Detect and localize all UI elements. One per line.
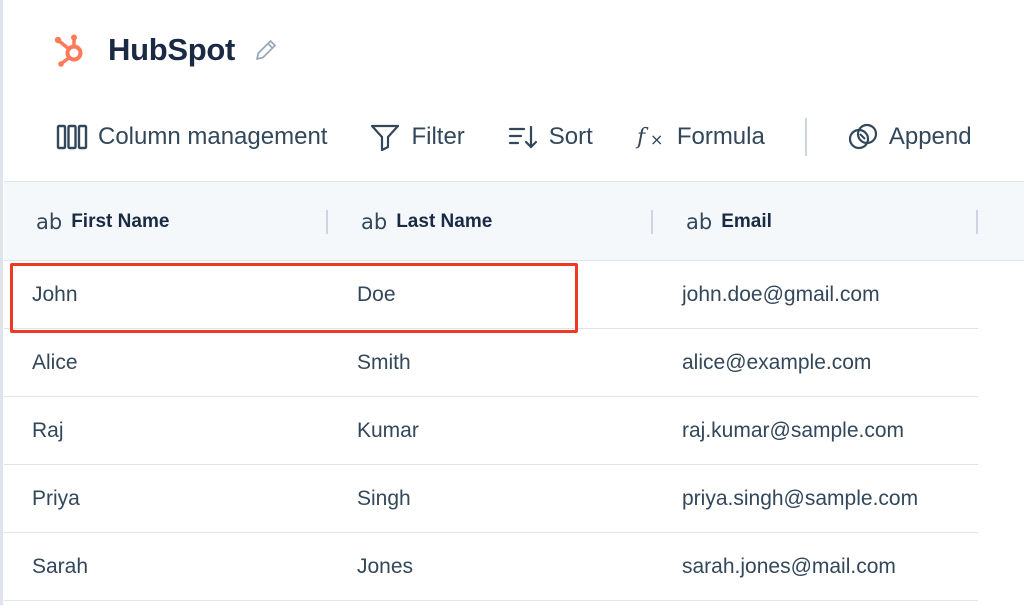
- cell-first-name[interactable]: John: [32, 261, 78, 329]
- toolbar-divider: [804, 118, 807, 156]
- table-header: ab First Name ab Last Name ab Email: [4, 181, 1024, 261]
- toolbar: Column management Filter Sort f × Formul…: [56, 110, 972, 164]
- sort-label: Sort: [548, 123, 593, 150]
- append-icon: [848, 123, 877, 150]
- append-button[interactable]: Append: [847, 122, 972, 152]
- append-label: Append: [888, 123, 972, 150]
- table-row[interactable]: Alice Smith alice@example.com: [4, 329, 978, 397]
- cell-first-name[interactable]: Sarah: [32, 533, 88, 601]
- cell-first-name[interactable]: Raj: [32, 397, 64, 465]
- column-header-label: Last Name: [396, 211, 493, 232]
- cell-last-name[interactable]: Jones: [357, 533, 413, 601]
- column-resize-handle[interactable]: [651, 210, 653, 234]
- cell-email[interactable]: raj.kumar@sample.com: [682, 397, 904, 465]
- text-type-icon: ab: [686, 210, 713, 234]
- column-header-label: First Name: [71, 211, 170, 232]
- column-management-button[interactable]: Column management: [56, 123, 327, 151]
- column-header-label: Email: [721, 211, 772, 232]
- filter-icon: [371, 124, 400, 151]
- pencil-edit-icon[interactable]: [253, 37, 279, 63]
- cell-last-name[interactable]: Kumar: [357, 397, 419, 465]
- column-resize-handle[interactable]: [326, 210, 328, 234]
- filter-label: Filter: [411, 123, 465, 150]
- cell-last-name[interactable]: Smith: [357, 329, 411, 397]
- cell-last-name[interactable]: Singh: [357, 465, 411, 533]
- table-row[interactable]: Priya Singh priya.singh@sample.com: [4, 465, 978, 533]
- cell-email[interactable]: john.doe@gmail.com: [682, 261, 880, 329]
- formula-label: Formula: [676, 123, 765, 150]
- cell-first-name[interactable]: Priya: [32, 465, 80, 533]
- column-header-last-name[interactable]: ab Last Name: [361, 182, 492, 262]
- cell-email[interactable]: priya.singh@sample.com: [682, 465, 918, 533]
- cell-email[interactable]: sarah.jones@mail.com: [682, 533, 896, 601]
- filter-button[interactable]: Filter: [369, 123, 465, 151]
- svg-text:×: ×: [650, 130, 663, 149]
- table-row[interactable]: Raj Kumar raj.kumar@sample.com: [4, 397, 978, 465]
- table-row[interactable]: Sarah Jones sarah.jones@mail.com: [4, 533, 978, 601]
- cell-first-name[interactable]: Alice: [32, 329, 78, 397]
- hubspot-sprocket-icon: [52, 32, 88, 68]
- formula-icon: f ×: [635, 125, 663, 150]
- app-title: HubSpot: [108, 32, 236, 67]
- table-row[interactable]: John Doe john.doe@gmail.com: [4, 261, 978, 329]
- data-table: ab First Name ab Last Name ab Email John…: [4, 181, 1024, 601]
- text-type-icon: ab: [361, 210, 388, 234]
- left-border: [0, 0, 3, 605]
- cell-email[interactable]: alice@example.com: [682, 329, 871, 397]
- column-management-label: Column management: [98, 123, 328, 150]
- text-type-icon: ab: [36, 210, 63, 234]
- sort-button[interactable]: Sort: [507, 123, 593, 151]
- formula-button[interactable]: f × Formula: [635, 123, 765, 151]
- sort-icon: [508, 125, 537, 149]
- header: HubSpot: [52, 28, 279, 72]
- cell-last-name[interactable]: Doe: [357, 261, 396, 329]
- columns-icon: [56, 124, 88, 150]
- column-header-email[interactable]: ab Email: [686, 182, 772, 262]
- column-resize-handle[interactable]: [976, 210, 978, 234]
- svg-text:f: f: [635, 125, 649, 150]
- column-header-first-name[interactable]: ab First Name: [36, 182, 169, 262]
